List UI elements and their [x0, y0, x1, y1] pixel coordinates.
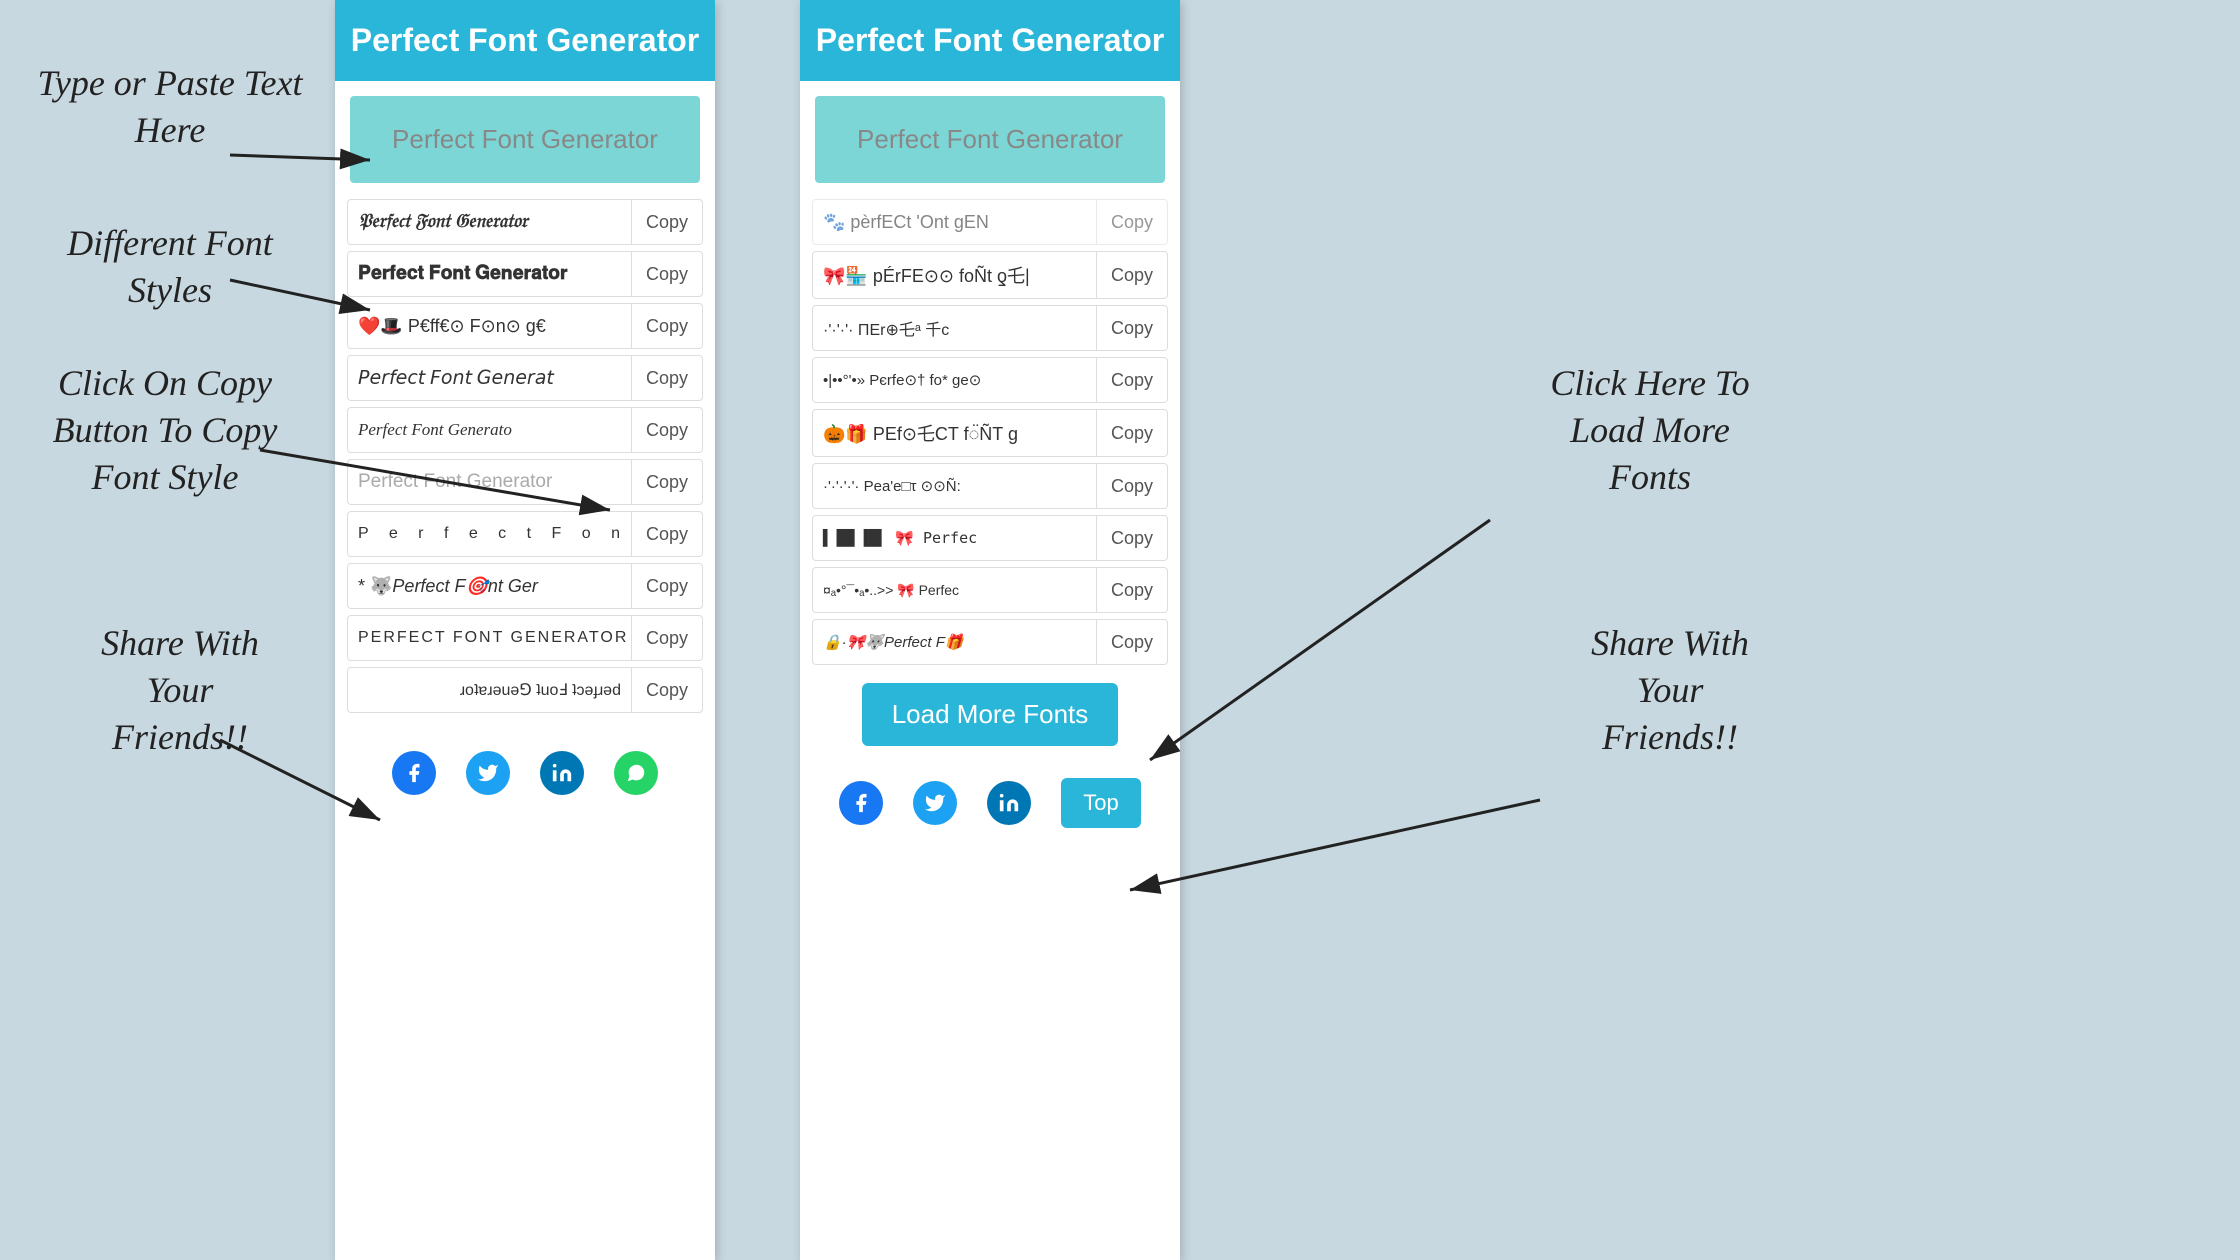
font-row: ▌▐█▌▐█▌ 🎀 Perfec Copy [812, 515, 1168, 561]
left-panel: Perfect Font Generator 𝔓𝔢𝔯𝔣𝔢𝔠𝔱 𝔉𝔬𝔫𝔱 𝔊𝔢𝔫𝔢… [335, 0, 715, 1260]
copy-button[interactable]: Copy [632, 358, 702, 399]
annotation-load-more: Click Here ToLoad MoreFonts [1490, 360, 1810, 500]
copy-button[interactable]: Copy [632, 306, 702, 347]
left-panel-header: Perfect Font Generator [335, 0, 715, 81]
font-text: 🎀🏪 pÉrFE⊙⊙ foÑt ƍ乇| [813, 252, 1097, 298]
copy-button[interactable]: Copy [1097, 308, 1167, 349]
font-row: 𝔓𝔢𝔯𝔣𝔢𝔠𝔱 𝔉𝔬𝔫𝔱 𝔊𝔢𝔫𝔢𝔯𝔞𝔱𝔬𝔯 Copy [347, 199, 703, 245]
annotation-click-copy: Click On CopyButton To CopyFont Style [10, 360, 320, 500]
font-row: Perfect Font Generato Copy [347, 407, 703, 453]
copy-button[interactable]: Copy [1097, 360, 1167, 401]
copy-button[interactable]: Copy [632, 618, 702, 659]
font-text: Perfect Font Generator [348, 460, 632, 504]
right-social-bar: Top [800, 760, 1180, 848]
font-text: * 🐺 Perfect F🎯nt Ger [348, 564, 632, 608]
annotation-share-right: Share WithYourFriends!! [1530, 620, 1810, 760]
font-row: ·'·'·'·'· Pea'e□τ ⊙⊙Ñ: Copy [812, 463, 1168, 509]
font-row: P e r f e c t F o n t Copy [347, 511, 703, 557]
right-panel-header: Perfect Font Generator [800, 0, 1180, 81]
copy-button[interactable]: Copy [1097, 255, 1167, 296]
font-row: PERFECT FONT GENERATOR Copy [347, 615, 703, 661]
text-input[interactable] [350, 96, 700, 183]
load-more-button[interactable]: Load More Fonts [862, 683, 1119, 746]
font-row: 🐾 pèrfECt 'Ont gEN Copy [812, 199, 1168, 245]
font-row: 🔒·🎀🐺 Perfect F🎁 Copy [812, 619, 1168, 665]
copy-button[interactable]: Copy [632, 670, 702, 711]
font-row: ¤ₐ•°¯•ₐ•..>> 🎀 Perfec Copy [812, 567, 1168, 613]
copy-button[interactable]: Copy [632, 566, 702, 607]
whatsapp-icon[interactable] [614, 751, 658, 795]
font-text: ·'·'·'· ΠΕr⊕乇ᵃ 千c [813, 306, 1097, 350]
copy-button[interactable]: Copy [632, 410, 702, 451]
font-row: ɹoʇɐɹǝuǝ⅁ ʇuoℲ ʇɔǝɟɹǝd Copy [347, 667, 703, 713]
facebook-icon-right[interactable] [839, 781, 883, 825]
font-row: 𝘗𝘦𝘳𝘧𝘦𝘤𝘵 𝘍𝘰𝘯𝘵 𝘎𝘦𝘯𝘦𝘳𝘢𝘵 Copy [347, 355, 703, 401]
copy-button[interactable]: Copy [1097, 413, 1167, 454]
font-text: 𝐏𝐞𝐫𝐟𝐞𝐜𝐭 𝐅𝐨𝐧𝐭 𝐆𝐞𝐧𝐞𝐫𝐚𝐭𝐨𝐫 [348, 252, 632, 296]
font-text: 🔒·🎀🐺 Perfect F🎁 [813, 620, 1097, 664]
font-text: ❤️🎩 P€ff€⊙ F⊙n⊙ g€ [348, 304, 632, 348]
font-row: 🎀🏪 pÉrFE⊙⊙ foÑt ƍ乇| Copy [812, 251, 1168, 299]
font-row: 𝐏𝐞𝐫𝐟𝐞𝐜𝐭 𝐅𝐨𝐧𝐭 𝐆𝐞𝐧𝐞𝐫𝐚𝐭𝐨𝐫 Copy [347, 251, 703, 297]
font-text: ·'·'·'·'· Pea'e□τ ⊙⊙Ñ: [813, 464, 1097, 508]
copy-button[interactable]: Copy [632, 202, 702, 243]
annotation-type-paste: Type or Paste TextHere [20, 60, 320, 154]
font-text: 𝔓𝔢𝔯𝔣𝔢𝔠𝔱 𝔉𝔬𝔫𝔱 𝔊𝔢𝔫𝔢𝔯𝔞𝔱𝔬𝔯 [348, 200, 632, 244]
copy-button[interactable]: Copy [632, 254, 702, 295]
font-text: ɹoʇɐɹǝuǝ⅁ ʇuoℲ ʇɔǝɟɹǝd [348, 668, 632, 712]
linkedin-icon[interactable] [540, 751, 584, 795]
font-text: 🎃🎁 PEf⊙乇CT f◌̈ÑT g [813, 410, 1097, 456]
twitter-icon-right[interactable] [913, 781, 957, 825]
top-button[interactable]: Top [1061, 778, 1140, 828]
font-text: ¤ₐ•°¯•ₐ•..>> 🎀 Perfec [813, 568, 1097, 612]
font-text: ▌▐█▌▐█▌ 🎀 Perfec [813, 516, 1097, 560]
annotation-diff-fonts: Different FontStyles [20, 220, 320, 314]
font-text: P e r f e c t F o n t [348, 512, 632, 556]
font-text: 𝘗𝘦𝘳𝘧𝘦𝘤𝘵 𝘍𝘰𝘯𝘵 𝘎𝘦𝘯𝘦𝘳𝘢𝘵 [348, 356, 632, 400]
font-row: * 🐺 Perfect F🎯nt Ger Copy [347, 563, 703, 609]
copy-button[interactable]: Copy [632, 514, 702, 555]
twitter-icon[interactable] [466, 751, 510, 795]
font-text: •|••°'•» Pєrfe⊙† fo* ge⊙ [813, 358, 1097, 402]
facebook-icon[interactable] [392, 751, 436, 795]
font-row: 🎃🎁 PEf⊙乇CT f◌̈ÑT g Copy [812, 409, 1168, 457]
copy-button[interactable]: Copy [1097, 466, 1167, 507]
social-bar [335, 733, 715, 815]
right-text-input[interactable] [815, 96, 1165, 183]
linkedin-icon-right[interactable] [987, 781, 1031, 825]
font-text: 🐾 pèrfECt 'Ont gEN [813, 200, 1097, 244]
right-panel: Perfect Font Generator 🐾 pèrfECt 'Ont gE… [800, 0, 1180, 1260]
font-text: PERFECT FONT GENERATOR [348, 616, 632, 660]
copy-button[interactable]: Copy [1097, 570, 1167, 611]
copy-button[interactable]: Copy [1097, 518, 1167, 559]
copy-button[interactable]: Copy [1097, 202, 1167, 243]
copy-button[interactable]: Copy [1097, 622, 1167, 663]
font-row: ❤️🎩 P€ff€⊙ F⊙n⊙ g€ Copy [347, 303, 703, 349]
font-text: Perfect Font Generato [348, 408, 632, 452]
annotation-share-left: Share WithYourFriends!! [50, 620, 310, 760]
copy-button[interactable]: Copy [632, 462, 702, 503]
font-row: Perfect Font Generator Copy [347, 459, 703, 505]
font-row: ·'·'·'· ΠΕr⊕乇ᵃ 千c Copy [812, 305, 1168, 351]
font-row: •|••°'•» Pєrfe⊙† fo* ge⊙ Copy [812, 357, 1168, 403]
